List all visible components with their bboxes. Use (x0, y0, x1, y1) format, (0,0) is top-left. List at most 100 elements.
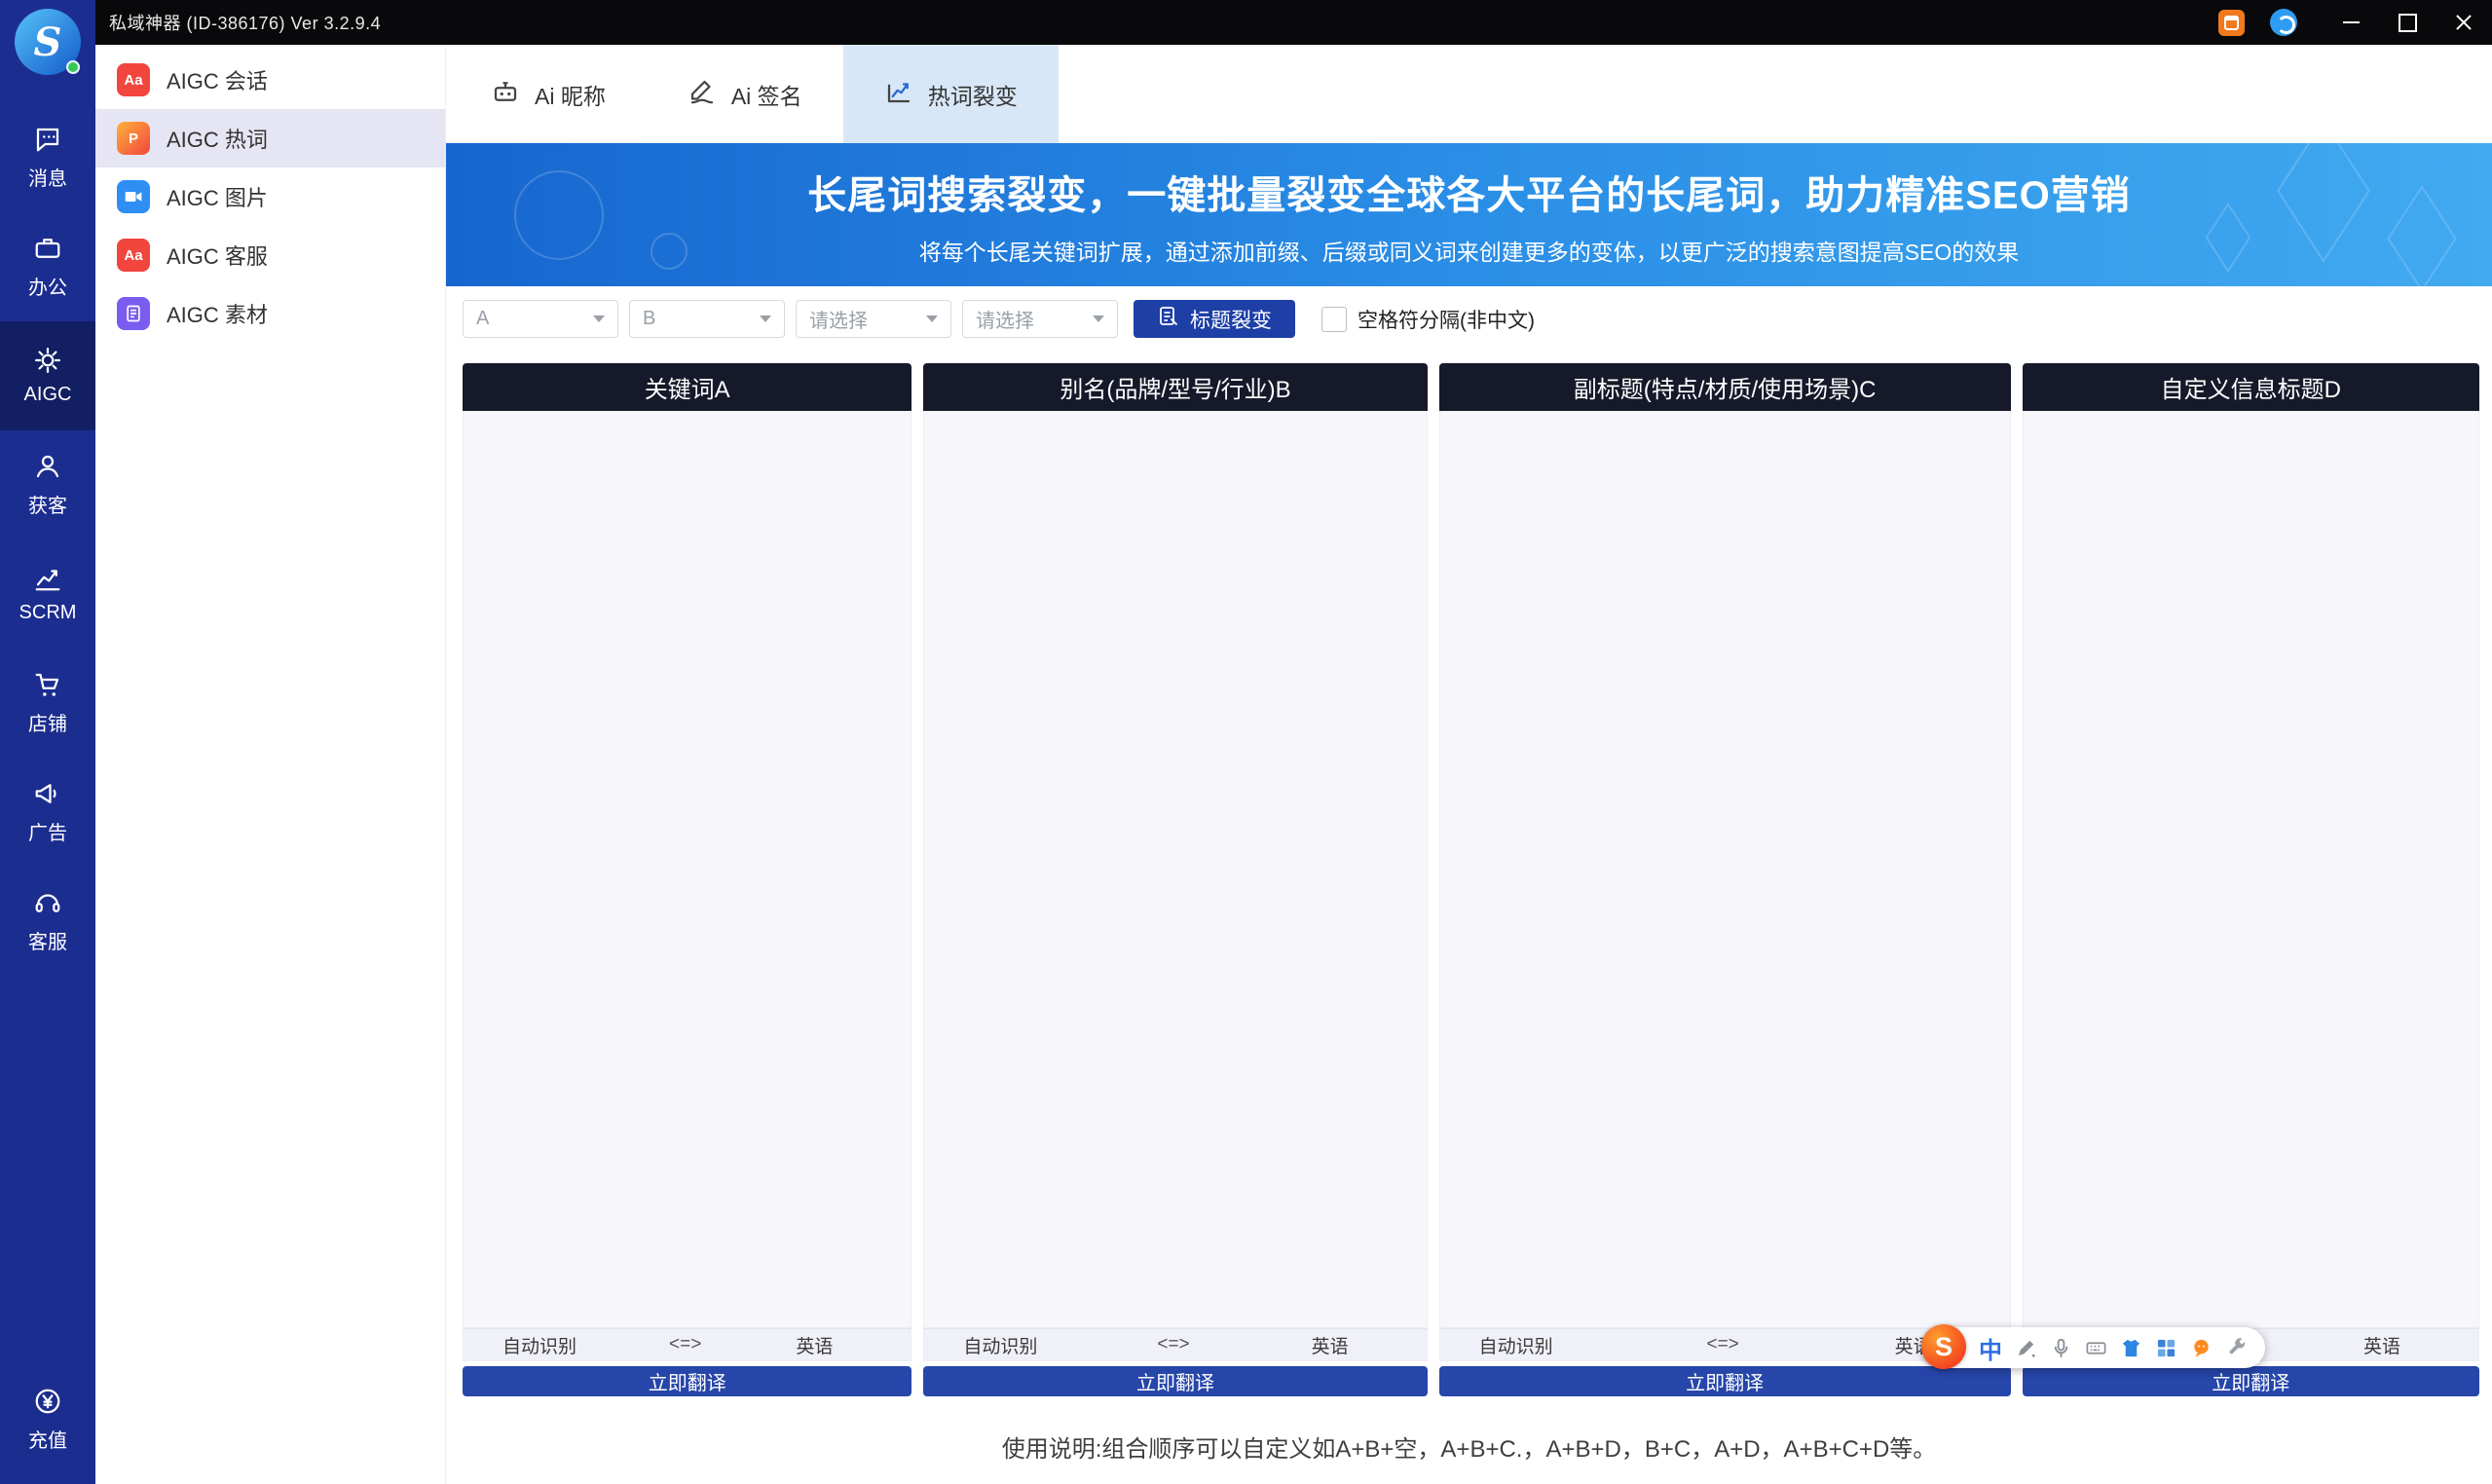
source-language-selector[interactable]: 自动识别 (1479, 1332, 1553, 1358)
sogou-logo-icon[interactable]: S (1921, 1324, 1966, 1369)
submenu-item-aigc-hotwords[interactable]: P AIGC 热词 (95, 109, 445, 167)
document-icon (117, 297, 150, 330)
column-keyword-a: 关键词A 自动识别 <=> 英语 立即翻译 (463, 363, 911, 1396)
submenu-item-label: AIGC 图片 (167, 181, 268, 212)
tab-label: 热词裂变 (928, 78, 1018, 111)
fission-chart-icon (884, 77, 913, 112)
source-language-selector[interactable]: 自动识别 (502, 1332, 577, 1358)
submenu-item-aigc-material[interactable]: AIGC 素材 (95, 284, 445, 343)
banner-title: 长尾词搜索裂变，一键批量裂变全球各大平台的长尾词，助力精准SEO营销 (807, 164, 2130, 220)
sidebar-item-label: AIGC (24, 384, 72, 406)
translate-button[interactable]: 立即翻译 (463, 1366, 911, 1396)
submenu-item-aigc-service[interactable]: Aa AIGC 客服 (95, 226, 445, 284)
hotword-app-icon: P (117, 122, 150, 155)
tab-hotword-fission[interactable]: 热词裂变 (843, 45, 1059, 143)
promo-banner: 长尾词搜索裂变，一键批量裂变全球各大平台的长尾词，助力精准SEO营销 将每个长尾… (446, 143, 2492, 286)
chevron-down-icon (926, 315, 938, 322)
target-language-selector[interactable]: 英语 (796, 1332, 868, 1358)
tab-ai-nickname[interactable]: Ai 昵称 (450, 45, 647, 143)
title-fission-label: 标题裂变 (1190, 305, 1272, 334)
submenu-item-aigc-image[interactable]: AIGC 图片 (95, 167, 445, 226)
skin-clothes-icon[interactable] (2120, 1337, 2142, 1359)
sidebar-item-shop[interactable]: 店铺 (0, 649, 95, 758)
close-button[interactable] (2436, 0, 2492, 45)
column-subtitle-c: 副标题(特点/材质/使用场景)C 自动识别 <=> 英语 立即翻译 (1439, 363, 2011, 1396)
swap-languages-icon[interactable]: <=> (1706, 1334, 1738, 1355)
column-custom-d: 自定义信息标题D 自动识别 <=> 英语 立即翻译 (2023, 363, 2479, 1396)
select-d-value: 请选择 (976, 305, 1034, 333)
tab-ai-signature[interactable]: Ai 签名 (647, 45, 843, 143)
select-c[interactable]: 请选择 (796, 300, 951, 338)
select-d[interactable]: 请选择 (962, 300, 1118, 338)
emoji-balloon-icon[interactable] (2190, 1337, 2213, 1359)
space-separator-checkbox[interactable] (1321, 307, 1347, 332)
translate-button[interactable]: 立即翻译 (1439, 1366, 2011, 1396)
handwriting-pen-icon[interactable] (2015, 1337, 2037, 1359)
keyword-a-textarea[interactable] (464, 411, 911, 1327)
target-language-selector[interactable]: 英语 (2363, 1332, 2436, 1358)
sidebar-item-leads[interactable]: 获客 (0, 430, 95, 539)
sidebar-item-messages[interactable]: 消息 (0, 103, 95, 212)
app-tray-icon-blue[interactable] (2270, 9, 2297, 36)
microphone-icon[interactable] (2050, 1337, 2072, 1359)
select-a-value: A (476, 308, 489, 330)
submenu-item-label: AIGC 会话 (167, 64, 268, 95)
tab-bar: Ai 昵称 Ai 签名 热词裂变 (446, 45, 2492, 143)
submenu-item-label: AIGC 素材 (167, 298, 268, 329)
column-body (2023, 411, 2479, 1328)
select-b-value: B (643, 308, 655, 330)
column-body (1439, 411, 2011, 1328)
column-header: 关键词A (463, 363, 911, 411)
maximize-button[interactable] (2379, 0, 2436, 45)
minimize-button[interactable] (2323, 0, 2379, 45)
language-row: 自动识别 <=> 英语 (923, 1328, 1427, 1361)
sidebar-item-recharge[interactable]: 充值 (0, 1361, 95, 1478)
keyword-columns: 关键词A 自动识别 <=> 英语 立即翻译 别名(品牌/型号/行业)B 自动识别 (463, 363, 2479, 1396)
translate-button[interactable]: 立即翻译 (2023, 1366, 2479, 1396)
sidebar-item-scrm[interactable]: SCRM (0, 539, 95, 649)
custom-d-textarea[interactable] (2024, 411, 2478, 1327)
column-header: 自定义信息标题D (2023, 363, 2479, 411)
sidebar-item-aigc[interactable]: AIGC (0, 321, 95, 430)
sogou-logo-letter: S (1935, 1332, 1953, 1362)
alias-b-textarea[interactable] (924, 411, 1426, 1327)
chart-icon (33, 564, 62, 593)
select-b[interactable]: B (629, 300, 785, 338)
sidebar-item-label: 客服 (28, 926, 67, 954)
sidebar-item-support[interactable]: 客服 (0, 867, 95, 976)
gear-icon (33, 346, 62, 375)
chat-icon (33, 125, 62, 154)
robot-icon (491, 77, 520, 112)
aa-icon: Aa (117, 63, 150, 96)
translate-button[interactable]: 立即翻译 (923, 1366, 1427, 1396)
briefcase-icon (33, 234, 62, 263)
target-language-selector[interactable]: 英语 (1312, 1332, 1384, 1358)
keyboard-icon[interactable] (2085, 1337, 2107, 1359)
coin-icon (33, 1387, 62, 1416)
swap-languages-icon[interactable]: <=> (1157, 1334, 1189, 1355)
titlebar: 私域神器 (ID-386176) Ver 3.2.9.4 (95, 0, 2492, 45)
banner-decoration (2277, 143, 2370, 263)
source-language-selector[interactable]: 自动识别 (963, 1332, 1037, 1358)
title-fission-button[interactable]: 标题裂变 (1134, 300, 1295, 338)
sidebar-item-label: 获客 (28, 490, 67, 518)
select-c-value: 请选择 (809, 305, 868, 333)
app-tray-icon-orange[interactable] (2218, 10, 2245, 36)
aa-icon: Aa (117, 239, 150, 272)
sidebar-item-ads[interactable]: 广告 (0, 758, 95, 867)
sidebar-item-office[interactable]: 办公 (0, 212, 95, 321)
chevron-down-icon (760, 315, 771, 322)
ime-language-mode[interactable]: 中 (1979, 1331, 2002, 1365)
titlebar-tray (2218, 9, 2297, 36)
swap-languages-icon[interactable]: <=> (669, 1334, 701, 1355)
subtitle-c-textarea[interactable] (1440, 411, 2010, 1327)
select-a[interactable]: A (463, 300, 618, 338)
sidebar-item-label: 广告 (28, 817, 67, 845)
toolbox-grid-icon[interactable] (2155, 1337, 2177, 1359)
banner-decoration (514, 170, 604, 260)
wrench-icon[interactable] (2225, 1337, 2248, 1359)
main-content: Ai 昵称 Ai 签名 热词裂变 长尾词搜索裂变，一键批量裂变全球各大平台的长尾… (446, 45, 2492, 1484)
column-header: 副标题(特点/材质/使用场景)C (1439, 363, 2011, 411)
sidebar-item-label: 充值 (28, 1425, 67, 1453)
submenu-item-aigc-chat[interactable]: Aa AIGC 会话 (95, 51, 445, 109)
